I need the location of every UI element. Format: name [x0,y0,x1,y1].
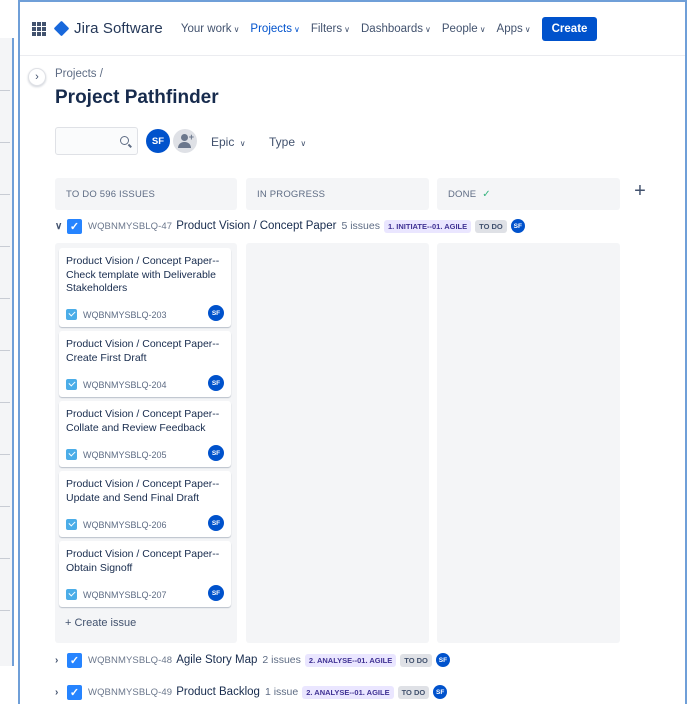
create-issue-button[interactable]: + Create issue [65,617,136,629]
swimlane-count: 2 issues [262,654,301,666]
swimlane-key[interactable]: WQBNMYSBLQ-48 [88,655,172,666]
avatar: SF [435,653,450,667]
add-column-button[interactable]: + [627,178,653,204]
nav-filters[interactable]: Filters ∨ [311,23,350,35]
chevron-down-icon[interactable]: ∨ [55,221,67,232]
chevron-down-icon: ∨ [344,24,350,34]
search-input[interactable] [55,127,138,155]
avatar: SF [510,219,525,233]
chevron-down-icon: ∨ [239,139,246,148]
card-title: Product Vision / Concept Paper--Create F… [66,338,220,364]
nav-apps[interactable]: Apps ∨ [497,23,531,35]
issue-card[interactable]: Product Vision / Concept Paper--Update a… [59,471,231,537]
avatar: SF [208,515,224,531]
card-title: Product Vision / Concept Paper--Collate … [66,408,220,434]
column-header-todo: TO DO 596 ISSUES [55,178,237,210]
issue-card[interactable]: Product Vision / Concept Paper--Obtain S… [59,541,231,607]
nav-projects[interactable]: Projects ∨ [250,23,299,35]
task-icon [66,589,77,600]
create-button[interactable]: Create [541,16,598,41]
inprogress-column[interactable] [246,243,429,643]
top-navigation: Jira Software Your work ∨ Projects ∨ Filte… [20,2,685,56]
chevron-down-icon: ∨ [425,24,431,34]
issue-card[interactable]: Product Vision / Concept Paper--Collate … [59,401,231,467]
nav-your-work[interactable]: Your work ∨ [181,23,240,35]
type-filter[interactable]: Type ∨ [269,135,306,149]
card-title: Product Vision / Concept Paper--Update a… [66,478,220,504]
swimlane-header[interactable]: ∨ ✓ WQBNMYSBLQ-47 Product Vision / Conce… [55,216,525,236]
jira-diamond-icon [53,20,70,37]
avatar: SF [208,585,224,601]
todo-column: Product Vision / Concept Paper--Check te… [55,243,237,643]
issue-card[interactable]: Product Vision / Concept Paper--Check te… [59,248,231,327]
breadcrumb[interactable]: Projects / [55,68,103,80]
page-title: Project Pathfinder [55,87,219,108]
swimlane-key[interactable]: WQBNMYSBLQ-49 [88,687,172,698]
swimlane-summary: Product Backlog [176,686,260,698]
card-title: Product Vision / Concept Paper--Check te… [66,255,220,294]
chevron-down-icon: ∨ [524,24,531,34]
logo-text: Jira Software [74,20,163,37]
epic-filter[interactable]: Epic ∨ [211,135,246,149]
issue-card[interactable]: Product Vision / Concept Paper--Create F… [59,331,231,397]
status-badge: TO DO [397,685,430,699]
app-switcher-icon[interactable] [32,21,46,36]
task-icon [66,449,77,460]
card-key: WQBNMYSBLQ-206 [83,519,167,530]
nav-dashboards[interactable]: Dashboards ∨ [361,23,431,35]
chevron-down-icon: ∨ [293,24,300,34]
plus-icon: + [634,179,646,202]
card-key: WQBNMYSBLQ-207 [83,589,167,600]
add-people-icon[interactable]: + [173,129,197,153]
chevron-right-icon[interactable]: › [55,687,67,698]
card-title: Product Vision / Concept Paper--Obtain S… [66,548,220,574]
chevron-right-icon: › [35,71,39,83]
avatar: SF [208,445,224,461]
swimlane-key[interactable]: WQBNMYSBLQ-47 [88,221,172,232]
epic-label: 2. ANALYSE--01. AGILE [302,685,394,699]
swimlane-count: 5 issues [341,220,380,232]
card-key: WQBNMYSBLQ-203 [83,309,167,320]
task-icon [66,379,77,390]
epic-label: 1. INITIATE--01. AGILE [383,219,472,233]
epic-checkbox-icon: ✓ [67,218,82,234]
swimlane-count: 1 issue [264,686,299,698]
card-key: WQBNMYSBLQ-204 [83,379,167,390]
jira-logo[interactable]: Jira Software [53,20,163,37]
background-window-edge [0,38,14,666]
task-icon [66,519,77,530]
task-icon [66,309,77,320]
epic-label: 2. ANALYSE--01. AGILE [304,653,397,667]
nav-people[interactable]: People ∨ [442,23,486,35]
swimlane-summary: Product Vision / Concept Paper [176,220,337,232]
chevron-down-icon: ∨ [300,139,307,148]
epic-checkbox-icon: ✓ [67,684,82,700]
avatar: SF [208,305,224,321]
column-header-inprogress: IN PROGRESS [246,178,429,210]
column-header-done: DONE ✓ [437,178,620,210]
search-icon [120,136,129,145]
avatar: SF [433,685,448,699]
card-key: WQBNMYSBLQ-205 [83,449,167,460]
status-badge: TO DO [400,653,432,667]
check-icon: ✓ [482,188,491,200]
swimlane-summary: Agile Story Map [176,654,258,666]
epic-checkbox-icon: ✓ [67,652,82,668]
swimlane-header[interactable]: › ✓ WQBNMYSBLQ-49 Product Backlog 1 issu… [55,682,448,702]
done-column[interactable] [437,243,620,643]
chevron-down-icon: ∨ [233,24,240,34]
avatar: SF [208,375,224,391]
chevron-right-icon[interactable]: › [55,655,67,666]
chevron-down-icon: ∨ [479,24,486,34]
swimlane-header[interactable]: › ✓ WQBNMYSBLQ-48 Agile Story Map 2 issu… [55,650,450,670]
status-badge: TO DO [475,219,507,233]
jira-window: Jira Software Your work ∨ Projects ∨ Filte… [18,0,687,704]
sidebar-expand-button[interactable]: › [28,68,46,86]
avatar[interactable]: SF [146,129,170,153]
